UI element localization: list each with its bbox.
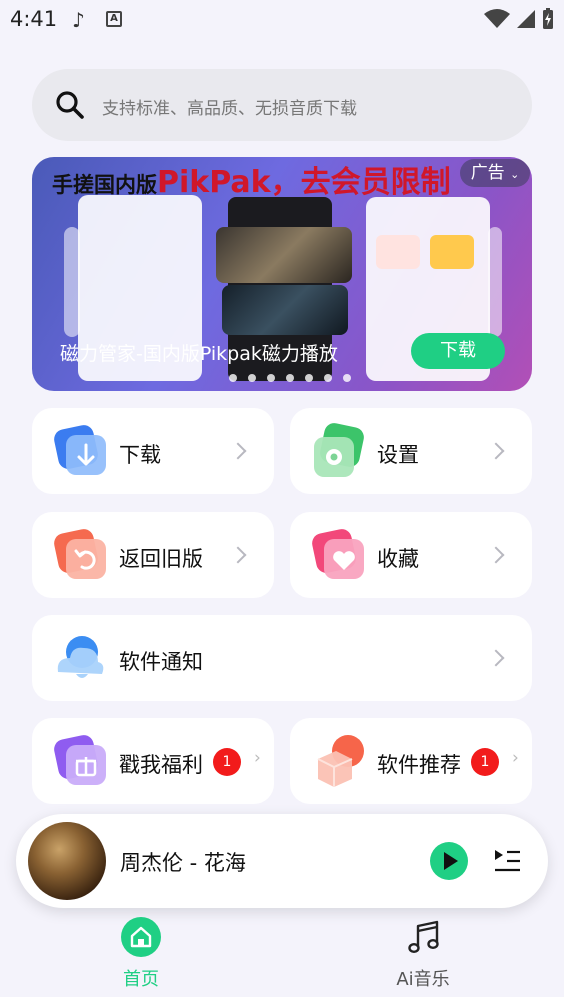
back-old-version-card[interactable]: 返回旧版 xyxy=(32,512,274,598)
welfare-badge: 1 xyxy=(213,748,241,776)
banner-file-folder-icon xyxy=(430,235,474,269)
recommend-overflow-icon: › xyxy=(512,748,519,768)
settings-gear-icon xyxy=(314,423,364,477)
search-placeholder: 支持标准、高品质、无损音质下载 xyxy=(102,99,357,119)
chevron-right-icon xyxy=(229,442,247,460)
banner-dot[interactable] xyxy=(229,374,237,382)
search-bar[interactable]: 支持标准、高品质、无损音质下载 xyxy=(32,69,532,141)
banner-dot[interactable] xyxy=(286,374,294,382)
chevron-right-icon xyxy=(229,546,247,564)
download-card[interactable]: 下载 xyxy=(32,408,274,494)
ad-label[interactable]: 广告 ⌄ xyxy=(460,159,530,187)
download-label: 下载 xyxy=(119,443,161,467)
chevron-right-icon xyxy=(487,649,505,667)
music-note-icon: ♪ xyxy=(72,8,85,32)
banner-dot[interactable] xyxy=(248,374,256,382)
welfare-label: 戳我福利 xyxy=(119,753,203,777)
banner-dot[interactable] xyxy=(324,374,332,382)
tab-home[interactable]: 首页 xyxy=(81,915,201,993)
banner-dot[interactable] xyxy=(267,374,275,382)
heart-icon xyxy=(312,529,364,579)
recommend-badge: 1 xyxy=(471,748,499,776)
welfare-card[interactable]: 戳我福利 1 › xyxy=(32,718,274,804)
status-bar: 4:41 ♪ A xyxy=(0,0,564,40)
banner-headline: 手搓国内版PikPak，去会员限制 xyxy=(52,157,451,201)
signal-icon xyxy=(517,10,535,28)
tab-home-label: 首页 xyxy=(123,969,159,990)
banner-mockup-left-back xyxy=(64,227,80,337)
software-notice-card[interactable]: 软件通知 xyxy=(32,615,532,701)
banner-dot[interactable] xyxy=(305,374,313,382)
undo-icon xyxy=(54,529,106,579)
promo-banner[interactable]: 手搓国内版PikPak，去会员限制 广告 ⌄ 磁力管家-国内版Pikpak磁力播… xyxy=(32,157,532,391)
recommend-label: 软件推荐 xyxy=(377,753,461,777)
cloud-icon xyxy=(57,636,104,678)
wifi-icon xyxy=(484,9,510,28)
gift-icon xyxy=(54,735,106,785)
play-button[interactable] xyxy=(430,842,468,880)
favorites-card[interactable]: 收藏 xyxy=(290,512,532,598)
banner-pagination xyxy=(229,374,351,382)
banner-video-thumb-2 xyxy=(222,285,348,335)
back-old-version-label: 返回旧版 xyxy=(119,547,203,571)
settings-card[interactable]: 设置 xyxy=(290,408,532,494)
banner-caption: 磁力管家-国内版Pikpak磁力播放 xyxy=(60,343,338,365)
download-icon xyxy=(54,425,106,475)
chevron-down-icon: ⌄ xyxy=(510,168,520,181)
status-time: 4:41 xyxy=(10,7,58,31)
box-icon xyxy=(317,735,364,787)
settings-label: 设置 xyxy=(377,443,419,467)
status-indicators xyxy=(484,8,554,30)
album-cover[interactable] xyxy=(28,822,106,900)
chevron-right-icon xyxy=(487,546,505,564)
banner-video-thumb-1 xyxy=(216,227,352,283)
banner-dot[interactable] xyxy=(343,374,351,382)
mini-player[interactable]: 周杰伦 - 花海 xyxy=(16,814,548,908)
tab-ai-music-label: Ai音乐 xyxy=(396,969,450,990)
playlist-icon[interactable] xyxy=(493,848,521,874)
banner-mockup-right-back xyxy=(488,227,502,337)
recommend-card[interactable]: 软件推荐 1 › xyxy=(290,718,532,804)
battery-icon xyxy=(543,8,553,29)
banner-headline-prefix: 手搓国内版 xyxy=(52,173,157,197)
music-note-icon xyxy=(408,920,439,954)
tab-ai-music[interactable]: Ai音乐 xyxy=(363,915,483,993)
home-icon xyxy=(121,917,161,957)
search-icon xyxy=(56,91,84,119)
banner-headline-brand: PikPak，去会员限制 xyxy=(157,165,451,200)
software-notice-label: 软件通知 xyxy=(119,650,203,674)
chevron-right-icon xyxy=(487,442,505,460)
banner-file-video-icon xyxy=(376,235,420,269)
favorites-label: 收藏 xyxy=(377,547,419,571)
welfare-overflow-icon: › xyxy=(254,748,261,768)
banner-download-button[interactable]: 下载 xyxy=(411,333,505,369)
ad-label-text: 广告 xyxy=(470,163,505,183)
song-title: 周杰伦 - 花海 xyxy=(120,851,246,875)
app-notification-icon: A xyxy=(106,11,122,27)
